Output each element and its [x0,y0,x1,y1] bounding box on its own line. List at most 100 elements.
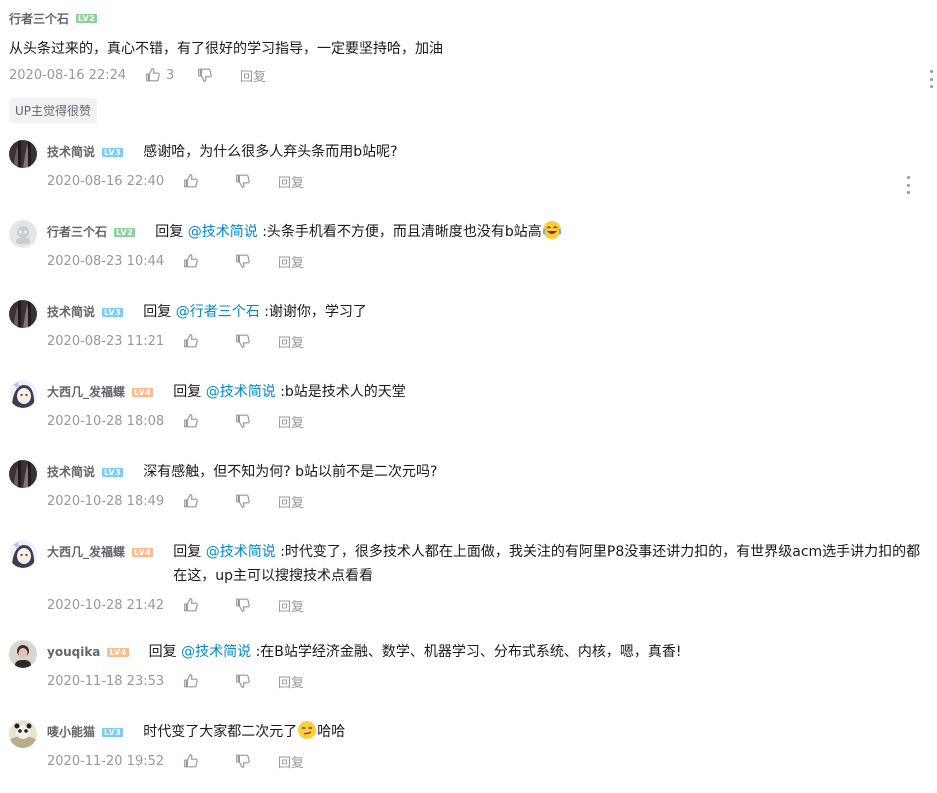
reply-content: 回复 @技术简说 :头条手机看不方便，而且清晰度也没有b站高 [155,220,562,244]
thumb-up-icon [146,68,160,82]
like-button[interactable] [182,412,234,430]
comment-text: 从头条过来的，真心不错，有了很好的学习指导，一定要坚持哈，加油 [9,41,443,57]
thumb-down-icon [236,414,250,428]
thumb-up-icon [184,334,198,348]
dislike-button[interactable] [234,672,278,690]
thumb-up-icon [184,494,198,508]
username[interactable]: 技术简说 [47,140,95,164]
reply-content: 回复 @技术简说 :在B站学经济金融、数学、机器学习、分布式系统、内核，嗯，真香… [149,640,682,664]
more-dots-icon[interactable] [929,70,933,88]
level-badge: LV2 [76,13,98,23]
reply-line: 技术简说 LV3 感谢哈，为什么很多人弃头条而用b站呢? [47,140,929,164]
like-button[interactable] [182,752,234,770]
reply-content: 时代变了大家都二次元了 哈哈 [143,720,345,744]
mention-link[interactable]: @技术简说 [188,224,258,240]
reply-time: 2020-11-20 19:52 [47,753,165,769]
thumb-down-icon [236,254,250,268]
mention-link[interactable]: @技术简说 [206,384,276,400]
reply-button[interactable]: 回复 [278,596,304,615]
thumb-up-icon [184,174,198,188]
reply-line: youqika LV4 回复 @技术简说 :在B站学经济金融、数学、机器学习、分布式… [47,640,929,664]
thumb-down-icon [236,494,250,508]
reply-button[interactable]: 回复 [278,752,304,771]
thumb-up-icon [184,598,198,612]
like-button[interactable] [182,332,234,350]
reply-user: 唛小能猫 LV3 [47,720,124,744]
reply-line: 技术简说 LV3 深有感触，但不知为何? b站以前不是二次元吗? [47,460,929,484]
username[interactable]: 技术简说 [47,300,95,324]
username[interactable]: 技术简说 [47,460,95,484]
reply-line: 大西几_发福蝶 LV4 回复 @技术简说 :b站是技术人的天堂 [47,380,929,404]
reply-body: 技术简说 LV3 感谢哈，为什么很多人弃头条而用b站呢? 2020-08-16 22:… [47,140,929,192]
reply-prefix: 回复 [155,224,184,240]
reply-text-after: 哈哈 [317,724,346,740]
like-button[interactable] [182,596,234,614]
reply-text: 时代变了大家都二次元了 [143,724,298,740]
reply-button[interactable]: 回复 [278,672,304,691]
avatar[interactable] [9,720,37,748]
reply-body: 大西几_发福蝶 LV4 回复 @技术简说 :时代变了，很多技术人都在上面做，我关注的… [47,540,929,616]
level-badge: LV4 [132,547,154,557]
reply-user: 技术简说 LV3 [47,300,124,324]
dislike-button[interactable] [234,596,278,614]
reply-line: 唛小能猫 LV3 时代变了大家都二次元了 哈哈 [47,720,929,744]
like-button[interactable] [182,172,234,190]
dislike-button[interactable] [196,66,240,84]
reply-button[interactable]: 回复 [278,252,304,271]
reply-info: 2020-10-28 18:08 回复 [47,410,929,432]
avatar[interactable] [9,380,37,408]
reply-user: 行者三个石 LV2 [47,220,136,244]
dislike-button[interactable] [234,492,278,510]
reply-user: youqika LV4 [47,640,129,664]
reply-text: 在B站学经济金融、数学、机器学习、分布式系统、内核，嗯，真香! [260,644,682,660]
reply-button[interactable]: 回复 [240,66,266,85]
avatar[interactable] [9,300,37,328]
mention-link[interactable]: @行者三个石 [176,304,260,320]
like-button[interactable] [182,252,234,270]
thumb-down-icon [236,174,250,188]
level-badge: LV2 [114,227,136,237]
avatar[interactable] [9,640,37,668]
smirk-emoji-icon [298,721,317,739]
username[interactable]: 唛小能猫 [47,720,95,744]
reply-button[interactable]: 回复 [278,412,304,431]
avatar[interactable] [9,140,37,168]
dislike-button[interactable] [234,412,278,430]
username[interactable]: 行者三个石 [9,10,69,27]
dislike-button[interactable] [234,172,278,190]
reply-info: 2020-08-23 11:21 回复 [47,330,929,352]
level-badge: LV3 [102,147,124,157]
thumb-down-icon [236,598,250,612]
reply-button[interactable]: 回复 [278,492,304,511]
like-button[interactable]: 3 [144,66,196,84]
reply-line: 行者三个石 LV2 回复 @技术简说 :头条手机看不方便，而且清晰度也没有b站高 [47,220,929,244]
dislike-button[interactable] [234,332,278,350]
mention-link[interactable]: @技术简说 [181,644,251,660]
dislike-button[interactable] [234,252,278,270]
avatar[interactable] [9,220,37,248]
reply-button[interactable]: 回复 [278,332,304,351]
reply-user: 技术简说 LV3 [47,460,124,484]
like-button[interactable] [182,492,234,510]
username[interactable]: 大西几_发福蝶 [47,380,125,404]
reply-time: 2020-10-28 21:42 [47,597,165,613]
reply-time: 2020-08-16 22:40 [47,173,165,189]
dislike-button[interactable] [234,752,278,770]
reply-info: 2020-11-20 19:52 回复 [47,750,929,772]
username[interactable]: youqika [47,640,100,664]
reply-info: 2020-10-28 18:49 回复 [47,490,929,512]
reply-text: 感谢哈，为什么很多人弃头条而用b站呢? [143,144,398,160]
reply-line: 大西几_发福蝶 LV4 回复 @技术简说 :时代变了，很多技术人都在上面做，我关注的… [47,540,929,588]
username[interactable]: 大西几_发福蝶 [47,540,125,564]
reply-content: 感谢哈，为什么很多人弃头条而用b站呢? [143,140,397,164]
reply-time: 2020-10-28 18:08 [47,413,165,429]
avatar[interactable] [9,540,37,568]
reply-user: 大西几_发福蝶 LV4 [47,540,154,564]
reply-button[interactable]: 回复 [278,172,304,191]
reply-prefix: 回复 [143,304,172,320]
reply-text: 头条手机看不方便，而且清晰度也没有b站高 [266,224,542,240]
mention-link[interactable]: @技术简说 [206,544,276,560]
avatar[interactable] [9,460,37,488]
username[interactable]: 行者三个石 [47,220,107,244]
like-button[interactable] [182,672,234,690]
